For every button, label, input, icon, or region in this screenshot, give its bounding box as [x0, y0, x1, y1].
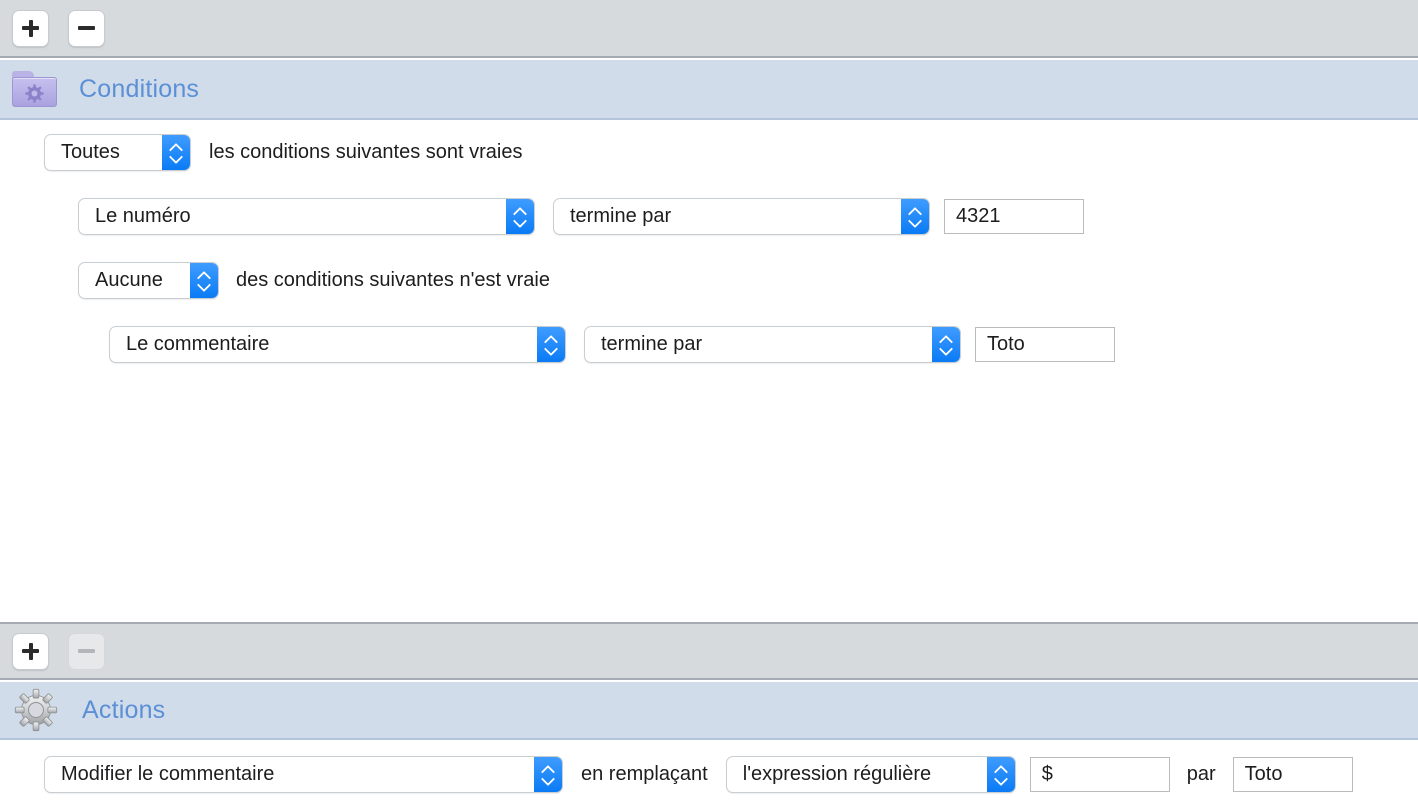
plus-icon [22, 642, 39, 660]
condition-2-value-input[interactable]: Toto [975, 327, 1115, 362]
condition-1-operator-popup[interactable]: termine par [553, 198, 930, 235]
condition-row-1: Le numéro termine par 4321 [78, 198, 1084, 235]
chevron-down-icon [909, 218, 922, 225]
condition-1-value-input[interactable]: 4321 [944, 199, 1084, 234]
condition-2-operator-popup[interactable]: termine par [584, 326, 961, 363]
group2-quantifier-label: Aucune [95, 269, 163, 291]
stepper-icon[interactable] [162, 135, 190, 170]
condition-1-value-text: 4321 [956, 205, 1001, 227]
condition-1-field-label: Le numéro [95, 205, 191, 227]
chevron-down-icon [940, 346, 953, 353]
action-1-type-label: Modifier le commentaire [61, 763, 275, 785]
stepper-icon[interactable] [534, 757, 562, 792]
condition-2-field-popup[interactable]: Le commentaire [109, 326, 566, 363]
add-condition-button[interactable] [12, 9, 49, 47]
minus-icon [78, 643, 95, 660]
chevron-down-icon [545, 346, 558, 353]
action-1-by-label: par [1186, 763, 1216, 785]
action-1-replacement-input[interactable]: Toto [1232, 757, 1353, 792]
stepper-icon[interactable] [506, 199, 534, 234]
remove-condition-button[interactable] [68, 9, 105, 47]
group1-sentence: les conditions suivantes sont vraies [209, 141, 523, 163]
group2-sentence: des conditions suivantes n'est vraie [236, 269, 550, 291]
stepper-icon[interactable] [986, 757, 1015, 792]
conditions-section-header: Conditions [0, 60, 1418, 120]
remove-action-button[interactable] [68, 632, 105, 670]
stepper-icon[interactable] [190, 263, 218, 298]
gray-gear-icon [12, 687, 60, 733]
actions-title: Actions [82, 695, 166, 724]
chevron-down-icon [514, 218, 527, 225]
stepper-icon[interactable] [932, 327, 960, 362]
chevron-down-icon [198, 282, 211, 289]
condition-group-2-header: Aucune des conditions suivantes n'est vr… [78, 262, 550, 299]
condition-2-operator-label: termine par [601, 333, 703, 355]
action-1-replacement-text: Toto [1244, 763, 1283, 785]
stepper-icon[interactable] [537, 327, 565, 362]
purple-folder-gear-icon [12, 71, 57, 107]
chevron-down-icon [542, 776, 555, 783]
chevron-down-icon [170, 154, 183, 161]
condition-row-2: Le commentaire termine par Toto [109, 326, 1115, 363]
group1-quantifier-popup[interactable]: Toutes [44, 134, 191, 171]
condition-group-1-header: Toutes les conditions suivantes sont vra… [44, 134, 523, 171]
action-1-target-popup[interactable]: l'expression régulière [725, 756, 1016, 793]
plus-icon [22, 19, 39, 37]
condition-2-field-label: Le commentaire [126, 333, 270, 355]
action-1-target-label: l'expression régulière [742, 763, 932, 785]
stepper-icon[interactable] [901, 199, 929, 234]
action-1-mid-label: en remplaçant [581, 763, 708, 785]
actions-section-header: Actions [0, 682, 1418, 740]
group1-quantifier-label: Toutes [61, 141, 120, 163]
condition-1-field-popup[interactable]: Le numéro [78, 198, 535, 235]
chevron-down-icon [995, 776, 1008, 783]
add-action-button[interactable] [12, 632, 49, 670]
group2-quantifier-popup[interactable]: Aucune [78, 262, 219, 299]
action-1-pattern-input[interactable]: $ [1029, 757, 1170, 792]
conditions-toolbar [0, 0, 1418, 58]
minus-icon [78, 20, 95, 37]
action-1-type-popup[interactable]: Modifier le commentaire [44, 756, 563, 793]
condition-2-value-text: Toto [987, 333, 1025, 355]
conditions-title: Conditions [79, 74, 200, 103]
action-row-1: Modifier le commentaire en remplaçant l'… [44, 756, 1353, 793]
rules-editor-panel: Conditions Toutes les conditions suivant… [0, 0, 1418, 810]
action-1-pattern-text: $ [1041, 763, 1053, 785]
actions-toolbar [0, 622, 1418, 680]
condition-1-operator-label: termine par [570, 205, 672, 227]
